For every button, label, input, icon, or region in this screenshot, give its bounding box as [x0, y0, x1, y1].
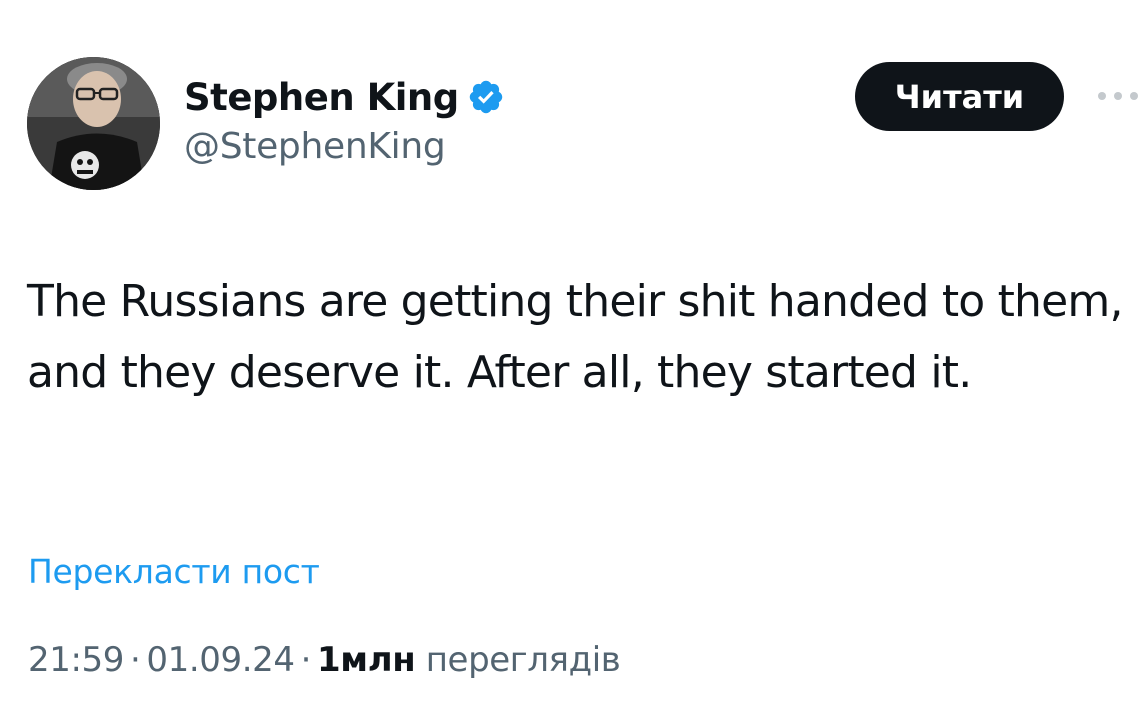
more-dots-icon[interactable]: [1096, 88, 1140, 104]
views-label: переглядів: [425, 640, 621, 680]
author-names: Stephen King @StephenKing: [184, 72, 505, 167]
tweet: Stephen King @StephenKing Читати The Rus…: [0, 0, 1147, 714]
meta-separator: ·: [129, 640, 141, 680]
tweet-time[interactable]: 21:59: [28, 640, 124, 680]
tweet-text: The Russians are getting their shit hand…: [27, 276, 1123, 398]
handle[interactable]: @StephenKing: [184, 126, 505, 167]
profile-photo: [27, 57, 160, 190]
avatar[interactable]: [27, 57, 160, 190]
views-count[interactable]: 1млн: [317, 640, 416, 680]
meta-separator: ·: [300, 640, 312, 680]
display-name-row: Stephen King: [184, 72, 505, 122]
tweet-meta: 21:59 · 01.09.24 · 1млн переглядів: [28, 640, 621, 680]
translate-post-link[interactable]: Перекласти пост: [28, 552, 320, 591]
tweet-date[interactable]: 01.09.24: [146, 640, 295, 680]
display-name[interactable]: Stephen King: [184, 76, 459, 119]
verified-badge-icon[interactable]: [467, 78, 505, 116]
follow-button[interactable]: Читати: [855, 62, 1064, 131]
